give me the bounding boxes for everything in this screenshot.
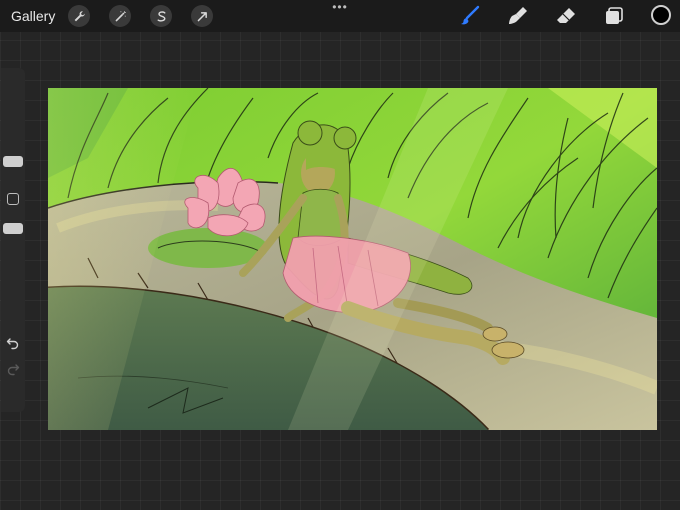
wrench-icon[interactable] (68, 5, 90, 27)
eraser-icon[interactable] (555, 5, 577, 27)
more-options-icon[interactable]: ••• (331, 1, 349, 13)
opacity-slider-handle[interactable] (3, 223, 23, 234)
artwork-illustration (48, 88, 657, 430)
transform-arrow-icon[interactable] (191, 5, 213, 27)
artwork-canvas[interactable] (48, 88, 657, 430)
smudge-icon[interactable] (507, 5, 529, 27)
brush-size-slider-handle[interactable] (3, 156, 23, 167)
top-toolbar: Gallery ••• (0, 0, 680, 32)
layers-icon[interactable] (603, 5, 625, 27)
redo-icon[interactable] (6, 362, 20, 376)
gallery-button[interactable]: Gallery (11, 8, 55, 24)
magic-wand-icon[interactable] (109, 5, 131, 27)
selection-icon[interactable] (150, 5, 172, 27)
brush-icon[interactable] (459, 5, 481, 27)
modify-button[interactable] (7, 193, 19, 205)
color-swatch[interactable] (651, 5, 671, 25)
undo-icon[interactable] (6, 336, 20, 350)
left-sidebar (1, 68, 25, 412)
